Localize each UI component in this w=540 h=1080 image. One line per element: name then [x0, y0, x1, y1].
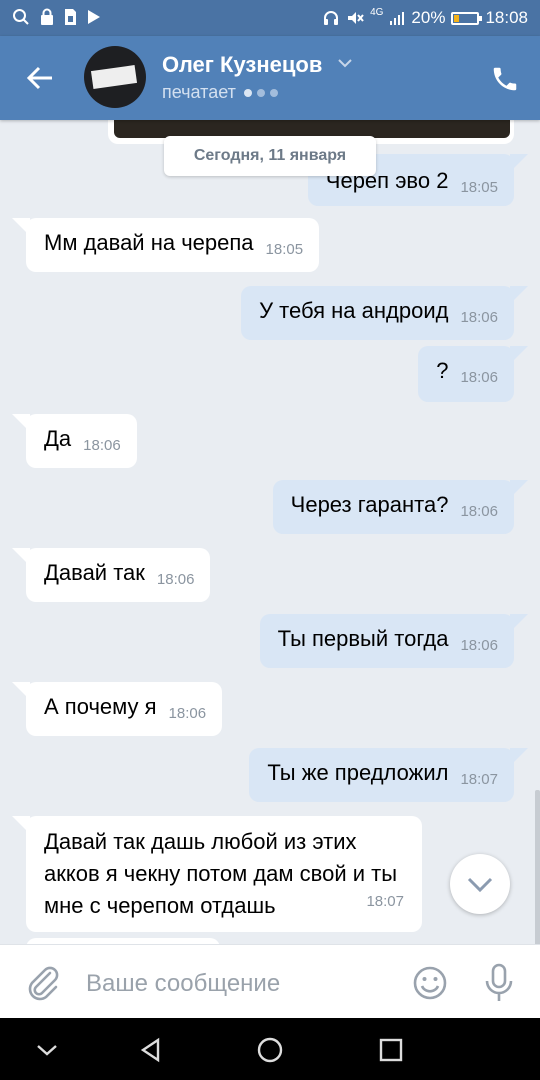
paperclip-icon[interactable]	[24, 963, 62, 1001]
message-input[interactable]	[84, 963, 398, 1005]
message-bubble[interactable]: Давай так дашь любой из этих акков я чек…	[12, 816, 422, 932]
message-time: 18:06	[460, 637, 498, 654]
message-bubble[interactable]: Ты же предложил 18:07	[249, 748, 528, 802]
typing-status: печатает	[162, 82, 278, 103]
avatar[interactable]	[84, 46, 146, 108]
battery-percent: 20%	[411, 8, 446, 27]
contact-name[interactable]: Олег Кузнецов	[162, 52, 322, 78]
message-text: Давай так дашь любой из этих акков я чек…	[44, 829, 398, 918]
recents-square-icon[interactable]	[376, 1035, 406, 1065]
sim-card-icon	[65, 9, 76, 25]
message-bubble[interactable]: Через гаранта? 18:06	[272, 480, 529, 534]
back-triangle-icon[interactable]	[136, 1035, 166, 1065]
message-time: 18:06	[83, 437, 121, 454]
message-text: У тебя на андроид	[259, 298, 449, 323]
microphone-icon[interactable]	[482, 963, 516, 1003]
message-composer	[0, 944, 540, 1019]
message-text: А почему я	[44, 694, 157, 719]
chevron-down-icon[interactable]	[336, 54, 354, 72]
message-bubble[interactable]: Да 18:06	[12, 414, 137, 468]
scroll-to-bottom-button[interactable]	[450, 854, 510, 914]
message-time: 18:07	[460, 771, 498, 788]
message-time: 18:06	[156, 571, 195, 588]
headset-icon	[324, 11, 339, 25]
typing-dots-icon	[243, 88, 278, 97]
message-text: Давай так	[44, 560, 145, 585]
message-time: 18:06	[460, 369, 498, 386]
message-bubble[interactable]: У тебя на андроид 18:06	[241, 286, 528, 340]
message-text: Через гаранта?	[290, 492, 449, 517]
play-store-icon	[88, 10, 100, 24]
message-time: 18:05	[265, 241, 304, 258]
system-nav-bar	[0, 1018, 540, 1080]
message-bubble[interactable]: ? 18:06	[418, 346, 528, 402]
battery-icon	[451, 11, 483, 25]
emoji-icon[interactable]	[412, 965, 448, 1001]
message-bubble[interactable]: Давай так 18:06	[11, 548, 211, 602]
message-text: ?	[436, 358, 449, 383]
back-arrow-icon[interactable]	[22, 60, 58, 96]
phone-icon[interactable]	[490, 64, 520, 94]
message-time: 18:06	[460, 503, 498, 520]
status-left-icons	[12, 8, 101, 26]
message-bubble[interactable]: Мм давай на черепа 18:05	[11, 218, 320, 272]
battery-level	[454, 14, 459, 22]
chevron-down-icon	[467, 877, 493, 893]
signal-icon	[390, 12, 405, 25]
message-time: 18:05	[460, 179, 498, 196]
status-time: 18:08	[485, 8, 528, 27]
network-type: 4G	[370, 7, 384, 18]
lock-icon	[41, 8, 53, 25]
message-time: 18:06	[168, 705, 207, 722]
message-bubble[interactable]: А почему я 18:06	[11, 682, 223, 736]
message-text: Ты же предложил	[267, 760, 449, 785]
status-bar: 4G 20% 18:08	[0, 0, 540, 36]
search-icon	[13, 9, 29, 25]
date-divider: Сегодня, 11 января	[164, 136, 376, 176]
message-bubble[interactable]: Ты первый тогда 18:06	[259, 614, 529, 668]
message-text: Мм давай на черепа	[44, 230, 254, 255]
message-list[interactable]: Сегодня, 11 января Череп эво 2 18:05 Мм д…	[0, 120, 540, 944]
message-time: 18:06	[460, 309, 498, 326]
status-right-icons: 4G 20% 18:08	[322, 7, 528, 28]
mute-icon	[348, 12, 364, 24]
scrollbar[interactable]	[535, 790, 540, 944]
chevron-down-icon[interactable]	[32, 1035, 62, 1065]
message-text: Ты первый тогда	[277, 626, 449, 651]
message-text: Да	[44, 426, 72, 451]
home-circle-icon[interactable]	[255, 1035, 285, 1065]
chat-header: Олег Кузнецов печатает	[0, 36, 540, 120]
message-time: 18:07	[366, 893, 404, 910]
typing-label: печатает	[162, 82, 236, 102]
